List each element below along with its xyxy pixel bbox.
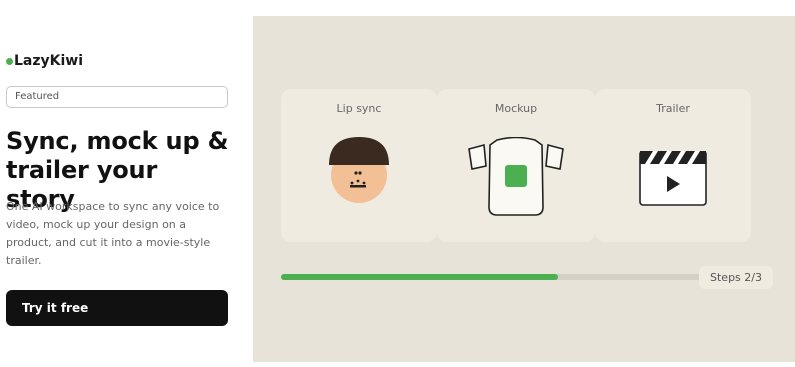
brand-dot-icon	[6, 57, 13, 65]
card-mockup[interactable]: Mockup	[437, 89, 595, 242]
card-label: Trailer	[656, 102, 690, 115]
clapperboard-icon	[639, 151, 707, 206]
try-it-free-button[interactable]: Try it free	[6, 290, 228, 326]
card-label: Mockup	[494, 102, 538, 115]
featured-badge: Featured	[6, 86, 228, 108]
steps-indicator: Steps 2/3	[699, 266, 773, 289]
brand-name: LazyKiwi	[14, 53, 84, 69]
demo-panel: Lip sync Mockup Trailer Steps 2/3	[253, 16, 795, 362]
card-lip-sync[interactable]: Lip sync	[281, 89, 437, 242]
face-icon	[329, 137, 389, 203]
card-trailer[interactable]: Trailer	[595, 89, 751, 242]
card-label: Lip sync	[336, 102, 382, 115]
progress-track	[281, 274, 701, 280]
brand-logo[interactable]: LazyKiwi	[6, 53, 83, 69]
hero-section: LazyKiwi Featured Sync, mock up & traile…	[6, 0, 230, 367]
progress-fill	[281, 274, 559, 280]
tshirt-icon	[468, 137, 564, 216]
hero-description: One AI workspace to sync any voice to vi…	[6, 200, 220, 267]
